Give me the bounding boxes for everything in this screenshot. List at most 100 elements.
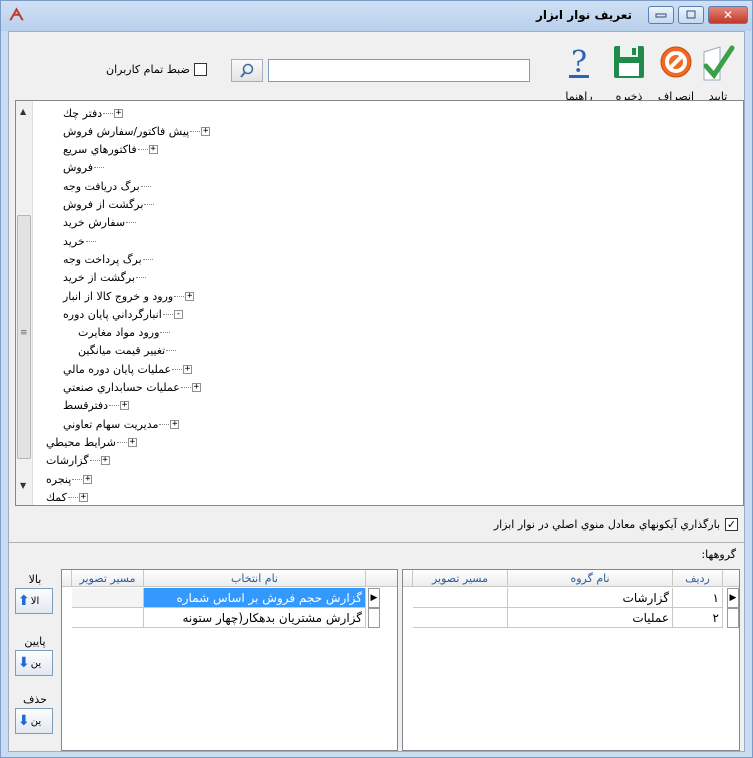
tree-node[interactable]: + ورود و خروج كالا از انبار [63, 287, 195, 305]
current-row-indicator-icon: ▶ [368, 588, 380, 608]
tree-connector [94, 167, 105, 169]
tree-node[interactable]: خريد [63, 232, 106, 250]
selections-grid[interactable]: مسير تصوير نام انتخاب گزارش حجم فروش بر … [61, 569, 398, 751]
groups-row-1-name[interactable]: گزارشات [508, 588, 673, 608]
minimize-button[interactable] [648, 6, 674, 24]
groups-row-2-name[interactable]: عمليات [508, 608, 673, 628]
groups-row-1-path[interactable] [413, 588, 508, 608]
tree-node[interactable]: + دفتر چك [63, 104, 124, 122]
delete-text: ين [30, 715, 42, 727]
tree-node[interactable]: برگشت از خريد [63, 269, 156, 287]
tree-node[interactable]: + شرايط محيطي [46, 433, 137, 451]
tree-node[interactable]: + عمليات حسابداري صنعتي [63, 379, 201, 397]
tree-node[interactable]: تغيير قيمت ميانگين [78, 342, 186, 360]
load-icons-option[interactable]: ✓ بارگذاري آيكونهاي معادل منوي اصلي در ن… [494, 518, 738, 531]
arrow-down-icon: ⬇ [18, 655, 30, 671]
groups-grid[interactable]: مسير تصوير نام گروه رديف گزارشات ١ ▶ عمل… [402, 569, 740, 751]
load-icons-checkbox[interactable]: ✓ [725, 518, 738, 531]
selections-row-2-name[interactable]: گزارش مشتريان بدهكار(چهار ستونه [144, 608, 366, 628]
tree-node[interactable]: + فاكتورهاي سريع [63, 141, 158, 159]
maximize-button[interactable] [678, 6, 704, 24]
tree-node-label: فاكتورهاي سريع [63, 143, 137, 157]
expand-icon[interactable]: + [83, 474, 93, 484]
selections-header-indicator [366, 570, 397, 587]
window-title: تعريف نوار ابزار [535, 8, 632, 22]
tree-connector [174, 295, 185, 297]
close-button[interactable]: ✕ [708, 6, 748, 24]
selections-row-1-name[interactable]: گزارش حجم فروش بر اساس شماره [144, 588, 366, 608]
tree-node[interactable]: + پيش فاكتور/سفارش فروش [63, 122, 211, 140]
search-input[interactable] [268, 59, 530, 82]
tree-node-label: دفتر چك [63, 106, 103, 120]
groups-header-index: رديف [673, 570, 723, 587]
tree-node[interactable]: - انبارگرداني پايان دوره [63, 305, 183, 323]
expand-icon[interactable]: + [201, 126, 211, 136]
tree-connector [160, 332, 171, 334]
groups-row-2-index[interactable]: ٢ [673, 608, 723, 628]
question-mark-icon: ? [569, 45, 589, 80]
tree-node[interactable]: سفارش خريد [63, 214, 146, 232]
tree-node-label: شرايط محيطي [46, 435, 116, 449]
cancel-icon [660, 46, 692, 78]
menu-tree[interactable]: ▲ ≡ ▼ + دفتر چك + پيش فاكتور/سفارش فروش + فاك… [15, 100, 744, 506]
tree-node-label: خريد [63, 234, 85, 248]
selections-header-path: مسير تصوير [72, 570, 144, 587]
delete-button[interactable]: ⬇ ين [15, 708, 53, 734]
tree-scrollbar[interactable]: ▲ ≡ ▼ [16, 101, 33, 505]
expand-icon[interactable]: + [148, 145, 158, 155]
scroll-up-icon[interactable]: ▲ [20, 107, 26, 116]
help-button[interactable]: ? راهنما [559, 42, 599, 103]
grid-left-margin [403, 570, 413, 587]
selections-row-1-path[interactable] [72, 588, 144, 608]
tree-connector [85, 240, 96, 242]
collapse-icon[interactable]: - [173, 309, 183, 319]
expand-icon[interactable]: + [78, 492, 88, 502]
search-button[interactable] [231, 59, 263, 82]
cancel-button[interactable]: انصراف [656, 42, 696, 103]
client-area: تایید انصراف ذخيره ? راهنما ضبط تمام کار… [8, 31, 745, 752]
all-users-label: ضبط تمام کاربران [106, 63, 190, 76]
expand-icon[interactable]: + [191, 383, 201, 392]
save-button[interactable]: ذخيره [609, 42, 649, 103]
expand-icon[interactable]: + [114, 108, 124, 118]
all-users-checkbox[interactable] [193, 63, 207, 76]
tree-node-label: فروش [63, 161, 94, 175]
tree-node[interactable]: برگ دريافت وجه [63, 177, 161, 195]
arrow-down-icon: ⬇ [18, 713, 30, 729]
move-up-text: الا [30, 595, 40, 607]
delete-group: حذف ⬇ ين [15, 693, 55, 734]
expand-icon[interactable]: + [100, 456, 110, 466]
confirm-button[interactable]: تایید [698, 42, 738, 103]
tree-node[interactable]: برگشت از فروش [63, 196, 164, 214]
tree-node[interactable]: + گزارشات [46, 452, 110, 470]
tree-node[interactable]: ورود مواد مغايرت [78, 324, 180, 342]
tree-node[interactable]: + پنجره [46, 470, 93, 488]
expand-icon[interactable]: + [170, 419, 180, 429]
groups-row-2-path[interactable] [413, 608, 508, 628]
all-users-option[interactable]: ضبط تمام کاربران [106, 63, 207, 76]
move-up-button[interactable]: ⬆ الا [15, 588, 53, 614]
tree-node[interactable]: فروش [63, 159, 114, 177]
tree-node-label: پنجره [46, 472, 72, 486]
move-down-button[interactable]: ⬇ ين [15, 650, 53, 676]
expand-icon[interactable]: + [127, 437, 137, 447]
expand-icon[interactable]: + [185, 291, 195, 301]
tree-node-label: مديريت سهام تعاوني [63, 417, 159, 431]
groups-row-1-index[interactable]: ١ [673, 588, 723, 608]
expand-icon[interactable]: + [120, 401, 130, 411]
row-indicator [727, 608, 739, 628]
scroll-down-icon[interactable]: ▼ [20, 481, 26, 490]
selections-row-2-path[interactable] [72, 608, 144, 628]
move-down-text: ين [30, 657, 42, 669]
tree-node[interactable]: + كمك [46, 488, 88, 505]
tree-node-label: ورود مواد مغايرت [78, 326, 160, 340]
scroll-thumb[interactable]: ≡ [17, 215, 31, 459]
tree-node[interactable]: برگ پرداخت وجه [63, 250, 163, 268]
restore-icon [686, 10, 696, 19]
tree-connector [126, 222, 137, 224]
tree-connector [190, 130, 201, 132]
tree-node[interactable]: + دفترقسط [63, 397, 130, 415]
tree-node[interactable]: + مديريت سهام تعاوني [63, 415, 180, 433]
expand-icon[interactable]: + [183, 364, 193, 374]
tree-node[interactable]: + عمليات پايان دوره مالي [63, 360, 193, 378]
